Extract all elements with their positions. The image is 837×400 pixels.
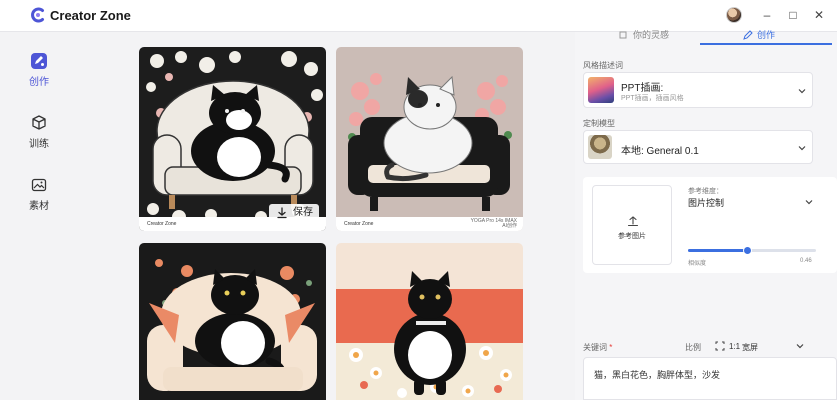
- minimize-button[interactable]: –: [758, 6, 776, 24]
- app-title: Creator Zone: [50, 8, 131, 23]
- nav-label-train: 训练: [29, 139, 49, 150]
- white-cat-on-black-sofa-image: [336, 47, 523, 231]
- maximize-button[interactable]: □: [784, 6, 802, 24]
- image-footer-strip: Creator Zone YOGA Pro 14s IMAX AI创作: [336, 217, 523, 231]
- keywords-input[interactable]: 猫，黑白花色，胸胖体型，沙发: [583, 357, 837, 400]
- style-title: PPT插画:: [621, 83, 664, 94]
- style-subtitle: PPT插画，插画风格: [621, 95, 684, 102]
- similarity-slider[interactable]: [688, 246, 816, 255]
- model-title: 本地: General 0.1: [621, 146, 699, 157]
- required-mark: *: [609, 343, 613, 352]
- model-thumbnail: [588, 135, 612, 159]
- user-avatar[interactable]: [726, 7, 742, 23]
- reference-dimension-label: 参考维度：: [688, 188, 723, 195]
- nav-item-train[interactable]: 训练: [19, 114, 59, 150]
- black-white-cat-on-armchair-image: [139, 243, 326, 400]
- keywords-label: 关键词: [583, 343, 607, 352]
- model-section-label: 定制模型: [583, 119, 615, 128]
- style-section-label: 风格描述词: [583, 61, 623, 70]
- similarity-label: 相似度: [688, 261, 707, 267]
- keywords-label-group: 关键词 *: [583, 342, 612, 353]
- ratio-select[interactable]: 1:1 宽屏: [715, 340, 815, 352]
- tab-create-label: 创作: [757, 30, 776, 40]
- reference-upload[interactable]: 参考图片: [592, 185, 672, 265]
- save-button[interactable]: 保存: [269, 204, 319, 222]
- inspiration-icon: [619, 31, 627, 39]
- footer-brand: Creator Zone: [147, 221, 177, 227]
- footer-meta: YOGA Pro 14s IMAX AI创作: [471, 219, 517, 229]
- image-folder-icon: [31, 178, 47, 192]
- title-bar: Creator Zone – □ ✕: [0, 0, 837, 32]
- chevron-down-icon: [805, 200, 813, 205]
- nav-item-create[interactable]: 创作: [19, 52, 59, 88]
- ratio-label: 比例: [685, 343, 701, 352]
- save-label: 保存: [293, 207, 313, 218]
- chevron-down-icon: [798, 146, 806, 151]
- gallery-image-card[interactable]: [336, 243, 523, 400]
- gallery-image-card[interactable]: [139, 243, 326, 400]
- close-button[interactable]: ✕: [810, 6, 828, 24]
- creator-zone-logo: [31, 7, 44, 23]
- edit-icon: [743, 30, 753, 40]
- chevron-down-icon: [798, 89, 806, 94]
- ratio-name: 宽屏: [742, 343, 758, 352]
- similarity-slider-knob[interactable]: [742, 246, 752, 255]
- similarity-value: 0.46: [800, 258, 812, 264]
- footer-meta-tag: AI创作: [502, 223, 517, 229]
- nav-label-assets: 素材: [29, 201, 49, 212]
- footer-brand: Creator Zone: [344, 221, 374, 227]
- model-select[interactable]: 本地: General 0.1: [583, 130, 813, 164]
- reference-dimension-value: 图片控制: [688, 198, 725, 208]
- aspect-ratio-icon: [715, 341, 725, 351]
- settings-panel: 你的灵感 创作 风格描述词 PPT插画: PPT插画，插画风格 定制模型 本地:…: [575, 30, 837, 400]
- cat-on-floral-sofa-image: [336, 243, 523, 400]
- left-nav-rail: 创作 训练 素材: [0, 32, 78, 400]
- create-icon: [31, 53, 47, 69]
- nav-item-assets[interactable]: 素材: [19, 176, 59, 212]
- style-select[interactable]: PPT插画: PPT插画，插画风格: [583, 72, 813, 108]
- style-thumbnail: [588, 77, 614, 103]
- chevron-down-icon: [796, 344, 804, 349]
- reference-dimension-select[interactable]: 图片控制: [688, 196, 816, 208]
- gallery-image-card[interactable]: Creator Zone 保存: [139, 47, 326, 231]
- active-tab-indicator: [700, 43, 832, 45]
- keywords-text: 猫，黑白花色，胸胖体型，沙发: [594, 370, 721, 380]
- nav-label-create: 创作: [29, 77, 49, 88]
- reference-upload-label: 参考图片: [618, 233, 646, 240]
- app-window: Creator Zone – □ ✕ 创作 训练 素材 Creator Zone…: [0, 0, 837, 400]
- tab-inspiration-label: 你的灵感: [633, 30, 670, 40]
- upload-icon: [627, 216, 639, 227]
- reference-card: 参考图片 参考维度： 图片控制 相似度 0.46: [583, 177, 837, 273]
- ratio-value: 1:1: [729, 342, 741, 351]
- download-icon: [277, 207, 287, 219]
- gallery-image-card[interactable]: Creator Zone YOGA Pro 14s IMAX AI创作: [336, 47, 523, 231]
- cube-icon: [32, 115, 46, 130]
- similarity-slider-fill: [688, 249, 747, 252]
